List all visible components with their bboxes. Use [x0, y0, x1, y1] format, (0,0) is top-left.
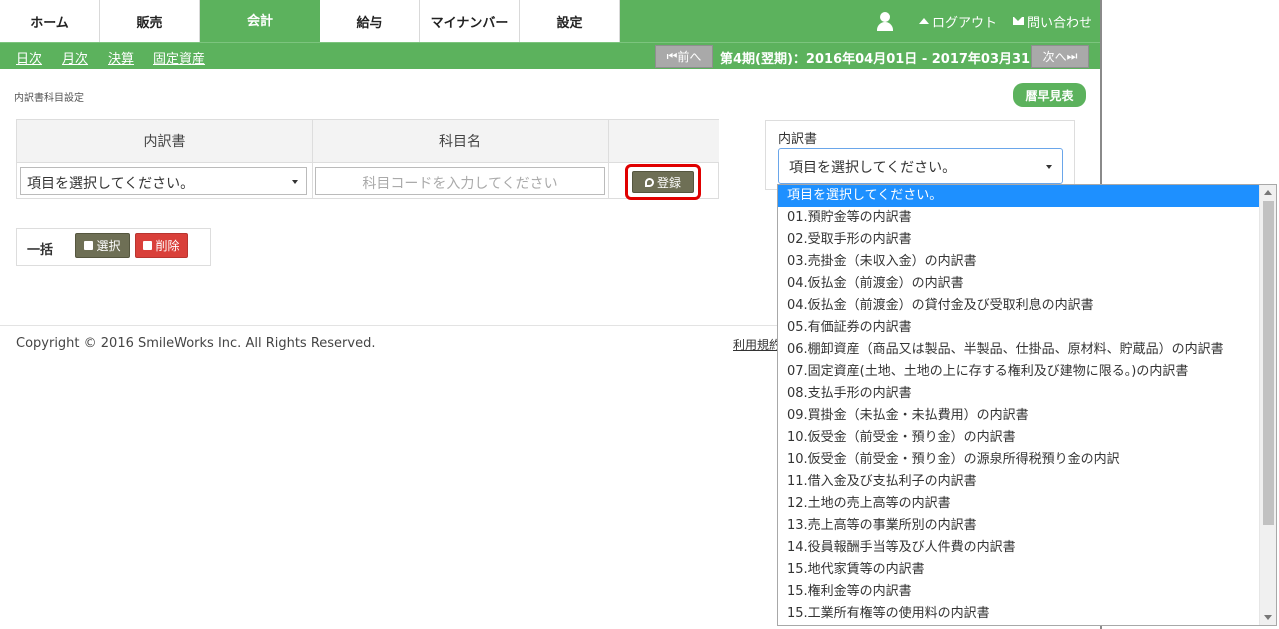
trash-icon	[143, 241, 153, 250]
subnav-daily[interactable]: 日次	[16, 48, 42, 67]
prev-period-button[interactable]: ⏮ 前へ	[655, 45, 713, 68]
tab-sales[interactable]: 販売	[100, 0, 200, 42]
edit-icon	[644, 177, 654, 187]
mail-icon	[1012, 17, 1024, 25]
top-right-links: ログアウト 問い合わせ	[875, 0, 1092, 42]
header-action	[608, 120, 719, 163]
contact-link[interactable]: 問い合わせ	[1012, 12, 1092, 31]
batch-select-label: 選択	[96, 239, 121, 253]
logout-icon	[918, 18, 929, 24]
filter-panel: 内訳書 項目を選択してください。	[765, 120, 1075, 190]
dropdown-option[interactable]: 15.工業所有権等の使用料の内訳書	[778, 603, 1260, 625]
tab-payroll[interactable]: 給与	[320, 0, 420, 42]
dropdown-option[interactable]: 05.有価証券の内訳書	[778, 317, 1260, 339]
scroll-up-icon[interactable]	[1264, 190, 1272, 195]
panel-select-value: 項目を選択してください。	[789, 160, 957, 176]
register-label: 登録	[656, 175, 681, 190]
checkbox-icon	[84, 241, 94, 250]
chevron-down-icon	[292, 180, 298, 184]
prev-label: 前へ	[677, 50, 702, 64]
top-nav: ホーム 販売 会計 給与 マイナンバー 設定 ログアウト 問い合わせ	[0, 0, 1100, 42]
chevron-down-icon	[1046, 165, 1052, 169]
dropdown-option[interactable]: 13.売上高等の事業所別の内訳書	[778, 515, 1260, 537]
panel-statement-select[interactable]: 項目を選択してください。	[778, 148, 1063, 184]
register-button[interactable]: 登録	[632, 171, 694, 193]
subnav-closing[interactable]: 決算	[108, 48, 134, 67]
dropdown-option[interactable]: 03.売掛金（未収入金）の内訳書	[778, 251, 1260, 273]
dropdown-option[interactable]: 06.棚卸資産（商品又は製品、半製品、仕掛品、原材料、貯蔵品）の内訳書	[778, 339, 1260, 361]
batch-label: 一括	[27, 243, 54, 258]
skip-back-icon: ⏮	[666, 49, 678, 63]
scroll-down-icon[interactable]	[1264, 615, 1272, 620]
batch-delete-button[interactable]: 削除	[135, 233, 188, 258]
batch-delete-label: 削除	[155, 239, 180, 253]
dropdown-option[interactable]: 04.仮払金（前渡金）の内訳書	[778, 273, 1260, 295]
period-text: 第4期(翌期)：2016年04月01日 - 2017年03月31日	[720, 52, 1044, 67]
dropdown-option[interactable]: 11.借入金及び支払利子の内訳書	[778, 471, 1260, 493]
tab-settings[interactable]: 設定	[520, 0, 620, 42]
dropdown-option[interactable]: 04.仮払金（前渡金）の貸付金及び受取利息の内訳書	[778, 295, 1260, 317]
dropdown-option[interactable]: 項目を選択してください。	[778, 185, 1260, 207]
table-row: 項目を選択してください。	[17, 163, 312, 199]
subnav-fixed-assets[interactable]: 固定資産	[153, 48, 205, 67]
subnav-monthly[interactable]: 月次	[62, 48, 88, 67]
logout-label: ログアウト	[931, 15, 997, 31]
subject-table: 内訳書 科目名 項目を選択してください。 科目コードを入力してください	[16, 119, 719, 199]
panel-label: 内訳書	[778, 132, 818, 147]
statement-dropdown-list[interactable]: 項目を選択してください。 01.預貯金等の内訳書 02.受取手形の内訳書 03.売掛金…	[777, 184, 1277, 626]
batch-select-button[interactable]: 選択	[75, 233, 130, 258]
subject-code-input[interactable]: 科目コードを入力してください	[315, 167, 605, 195]
dropdown-option[interactable]: 09.買掛金（未払金・未払費用）の内訳書	[778, 405, 1260, 427]
dropdown-option[interactable]: 15.地代家賃等の内訳書	[778, 559, 1260, 581]
tab-home[interactable]: ホーム	[0, 0, 100, 42]
dropdown-option[interactable]: 14.役員報酬手当等及び人件費の内訳書	[778, 537, 1260, 559]
next-label: 次へ	[1042, 50, 1067, 64]
statement-select[interactable]: 項目を選択してください。	[20, 167, 307, 195]
contact-label: 問い合わせ	[1026, 15, 1092, 31]
dropdown-option[interactable]: 02.受取手形の内訳書	[778, 229, 1260, 251]
calendar-table-button[interactable]: 暦早見表	[1013, 83, 1086, 107]
header-subject-name: 科目名	[312, 120, 608, 163]
copyright: Copyright © 2016 SmileWorks Inc. All Rig…	[16, 336, 376, 351]
dropdown-option[interactable]: 12.土地の売上高等の内訳書	[778, 493, 1260, 515]
dropdown-option[interactable]: 10.仮受金（前受金・預り金）の源泉所得税預り金の内訳	[778, 449, 1260, 471]
terms-link[interactable]: 利用規約	[733, 336, 781, 353]
dropdown-option[interactable]: 07.固定資産(土地、土地の上に存する権利及び建物に限る。)の内訳書	[778, 361, 1260, 383]
skip-forward-icon: ⏭	[1066, 49, 1078, 63]
scroll-thumb[interactable]	[1263, 201, 1274, 525]
dropdown-scrollbar[interactable]	[1259, 185, 1276, 625]
sub-nav: 日次 月次 決算 固定資産 ⏮ 前へ 第4期(翌期)：2016年04月01日 -…	[0, 42, 1100, 69]
dropdown-option[interactable]: 15.権利金等の内訳書	[778, 581, 1260, 603]
dropdown-option[interactable]: 08.支払手形の内訳書	[778, 383, 1260, 405]
breadcrumb: 内訳書科目設定	[14, 93, 84, 104]
dropdown-option[interactable]: 10.仮受金（前受金・預り金）の内訳書	[778, 427, 1260, 449]
logout-link[interactable]: ログアウト	[918, 12, 997, 31]
header-statement: 内訳書	[17, 120, 312, 163]
user-icon[interactable]	[875, 11, 895, 31]
tab-mynumber[interactable]: マイナンバー	[420, 0, 520, 42]
next-period-button[interactable]: 次へ ⏭	[1031, 45, 1089, 68]
tab-accounting[interactable]: 会計	[200, 0, 320, 42]
statement-select-value: 項目を選択してください。	[27, 176, 195, 192]
dropdown-option[interactable]: 01.預貯金等の内訳書	[778, 207, 1260, 229]
